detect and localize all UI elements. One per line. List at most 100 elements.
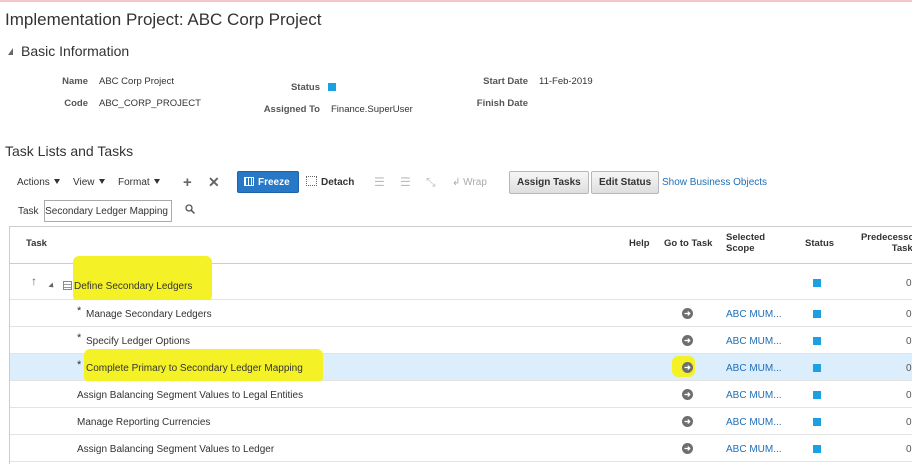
status-indicator: [328, 83, 336, 91]
task-row-selected[interactable]: * Complete Primary to Secondary Ledger M…: [10, 349, 912, 383]
task-lists-title: Task Lists and Tasks: [5, 143, 134, 159]
task-row[interactable]: Manage Reporting Currencies ➜ ABC MUM...…: [10, 408, 912, 435]
status-indicator: [813, 337, 821, 345]
search-icon[interactable]: [185, 204, 195, 214]
tasks-table: Task Help Go to Task Selected Scope Statu…: [9, 226, 912, 464]
task-list-icon: [63, 281, 72, 290]
required-marker: *: [77, 332, 82, 344]
column-selected-scope[interactable]: Selected Scope: [726, 232, 765, 254]
predecessor-count: 0: [906, 363, 912, 374]
start-date-label: Start Date: [483, 76, 528, 87]
plus-icon[interactable]: +: [183, 174, 192, 191]
required-marker: *: [77, 359, 82, 371]
format-menu-label: Format: [118, 177, 150, 188]
column-predecessor-tasks[interactable]: PredecessorTasks: [848, 232, 912, 254]
selected-scope-link[interactable]: ABC MUM...: [726, 417, 782, 428]
go-to-task-icon[interactable]: ➜: [682, 389, 693, 400]
page-title: Implementation Project: ABC Corp Project: [5, 10, 322, 29]
status-indicator: [813, 279, 821, 287]
status-indicator: [813, 310, 821, 318]
up-arrow-icon[interactable]: ↑: [31, 274, 37, 288]
column-task[interactable]: Task: [26, 238, 47, 249]
collapse-triangle-icon[interactable]: [8, 48, 13, 55]
predecessor-count: 0: [906, 336, 912, 347]
view-menu[interactable]: View: [73, 177, 105, 188]
detach-label: Detach: [321, 177, 355, 188]
code-label: Code: [64, 98, 88, 109]
column-selected-scope-line2: Scope: [726, 243, 755, 254]
detach-button[interactable]: Detach: [306, 176, 354, 188]
freeze-icon: [244, 177, 254, 186]
chevron-down-icon: [153, 179, 160, 184]
wrap-icon: ↲: [452, 177, 464, 188]
task-search-input[interactable]: Secondary Ledger Mapping: [44, 200, 172, 222]
actions-menu[interactable]: Actions: [17, 177, 60, 188]
task-row[interactable]: * Manage Secondary Ledgers ➜ ABC MUM... …: [10, 300, 912, 327]
selected-scope-link[interactable]: ABC MUM...: [726, 336, 782, 347]
task-name: Complete Primary to Secondary Ledger Map…: [86, 363, 303, 374]
go-to-task-icon[interactable]: ➜: [682, 335, 693, 346]
go-to-task-icon[interactable]: ➜: [682, 443, 693, 454]
task-row[interactable]: Assign Balancing Segment Values to Ledge…: [10, 435, 912, 462]
top-accent-line: [0, 0, 912, 2]
column-selected-scope-line1: Selected: [726, 232, 766, 243]
go-to-task-icon[interactable]: ➜: [682, 362, 693, 373]
wrap-label: Wrap: [463, 177, 487, 188]
selected-scope-link[interactable]: ABC MUM...: [726, 444, 782, 455]
edit-status-button[interactable]: Edit Status: [591, 171, 660, 194]
freeze-button[interactable]: Freeze: [237, 171, 299, 193]
basic-info-header[interactable]: Basic Information: [8, 43, 129, 59]
code-value: ABC_CORP_PROJECT: [99, 98, 201, 109]
column-go-to-task[interactable]: Go to Task: [664, 238, 712, 249]
assigned-to-value: Finance.SuperUser: [331, 104, 413, 115]
go-to-task-icon[interactable]: ➜: [682, 416, 693, 427]
column-help[interactable]: Help: [629, 238, 650, 249]
detach-icon: [306, 176, 317, 186]
selected-scope-link[interactable]: ABC MUM...: [726, 309, 782, 320]
predecessor-count: 0: [906, 417, 912, 428]
view-menu-label: View: [73, 177, 95, 188]
name-value: ABC Corp Project: [99, 76, 174, 87]
format-menu[interactable]: Format: [118, 177, 160, 188]
task-row[interactable]: Assign Balancing Segment Values to Legal…: [10, 381, 912, 408]
selected-scope-link[interactable]: ABC MUM...: [726, 363, 782, 374]
status-indicator: [813, 364, 821, 372]
task-toolbar: Actions View Format + ✕ Freeze Detach ☰ …: [0, 170, 912, 196]
x-icon[interactable]: ✕: [208, 174, 220, 191]
column-predecessor-line1: Predecessor: [860, 232, 912, 243]
status-indicator: [813, 391, 821, 399]
task-name: Specify Ledger Options: [86, 336, 190, 347]
selected-scope-link[interactable]: ABC MUM...: [726, 390, 782, 401]
predecessor-count: 0: [906, 309, 912, 320]
collapse-icon[interactable]: [48, 282, 56, 290]
wrap-button[interactable]: ↲ Wrap: [452, 177, 487, 188]
required-marker: *: [77, 305, 82, 317]
indent-icon[interactable]: ☰: [374, 175, 385, 189]
column-predecessor-line2: Tasks: [891, 243, 912, 254]
task-search-value: Secondary Ledger Mapping: [45, 206, 168, 217]
assign-tasks-button[interactable]: Assign Tasks: [509, 171, 589, 194]
finish-date-label: Finish Date: [476, 98, 528, 109]
predecessor-count: 0: [906, 278, 912, 289]
task-list-label: Define Secondary Ledgers: [74, 281, 193, 292]
column-status[interactable]: Status: [805, 238, 834, 249]
task-name: Assign Balancing Segment Values to Legal…: [77, 390, 304, 401]
name-label: Name: [62, 76, 88, 87]
assigned-to-label: Assigned To: [263, 104, 320, 115]
outdent-icon[interactable]: ☰: [400, 175, 411, 189]
basic-info-title: Basic Information: [21, 43, 130, 59]
task-name: Manage Reporting Currencies: [77, 417, 211, 428]
predecessor-count: 0: [906, 444, 912, 455]
task-name: Assign Balancing Segment Values to Ledge…: [77, 444, 275, 455]
status-indicator: [813, 418, 821, 426]
task-filter-label: Task: [18, 206, 39, 217]
task-list-name[interactable]: Define Secondary Ledgers: [63, 281, 192, 292]
status-label: Status: [290, 82, 320, 93]
expand-all-icon[interactable]: ⤡: [426, 175, 436, 190]
task-list-row[interactable]: ↑ Define Secondary Ledgers 0: [10, 256, 912, 302]
chevron-down-icon: [53, 179, 60, 184]
show-business-objects-link[interactable]: Show Business Objects: [662, 177, 767, 188]
status-indicator: [813, 445, 821, 453]
go-to-task-icon[interactable]: ➜: [682, 308, 693, 319]
freeze-label: Freeze: [258, 177, 290, 188]
